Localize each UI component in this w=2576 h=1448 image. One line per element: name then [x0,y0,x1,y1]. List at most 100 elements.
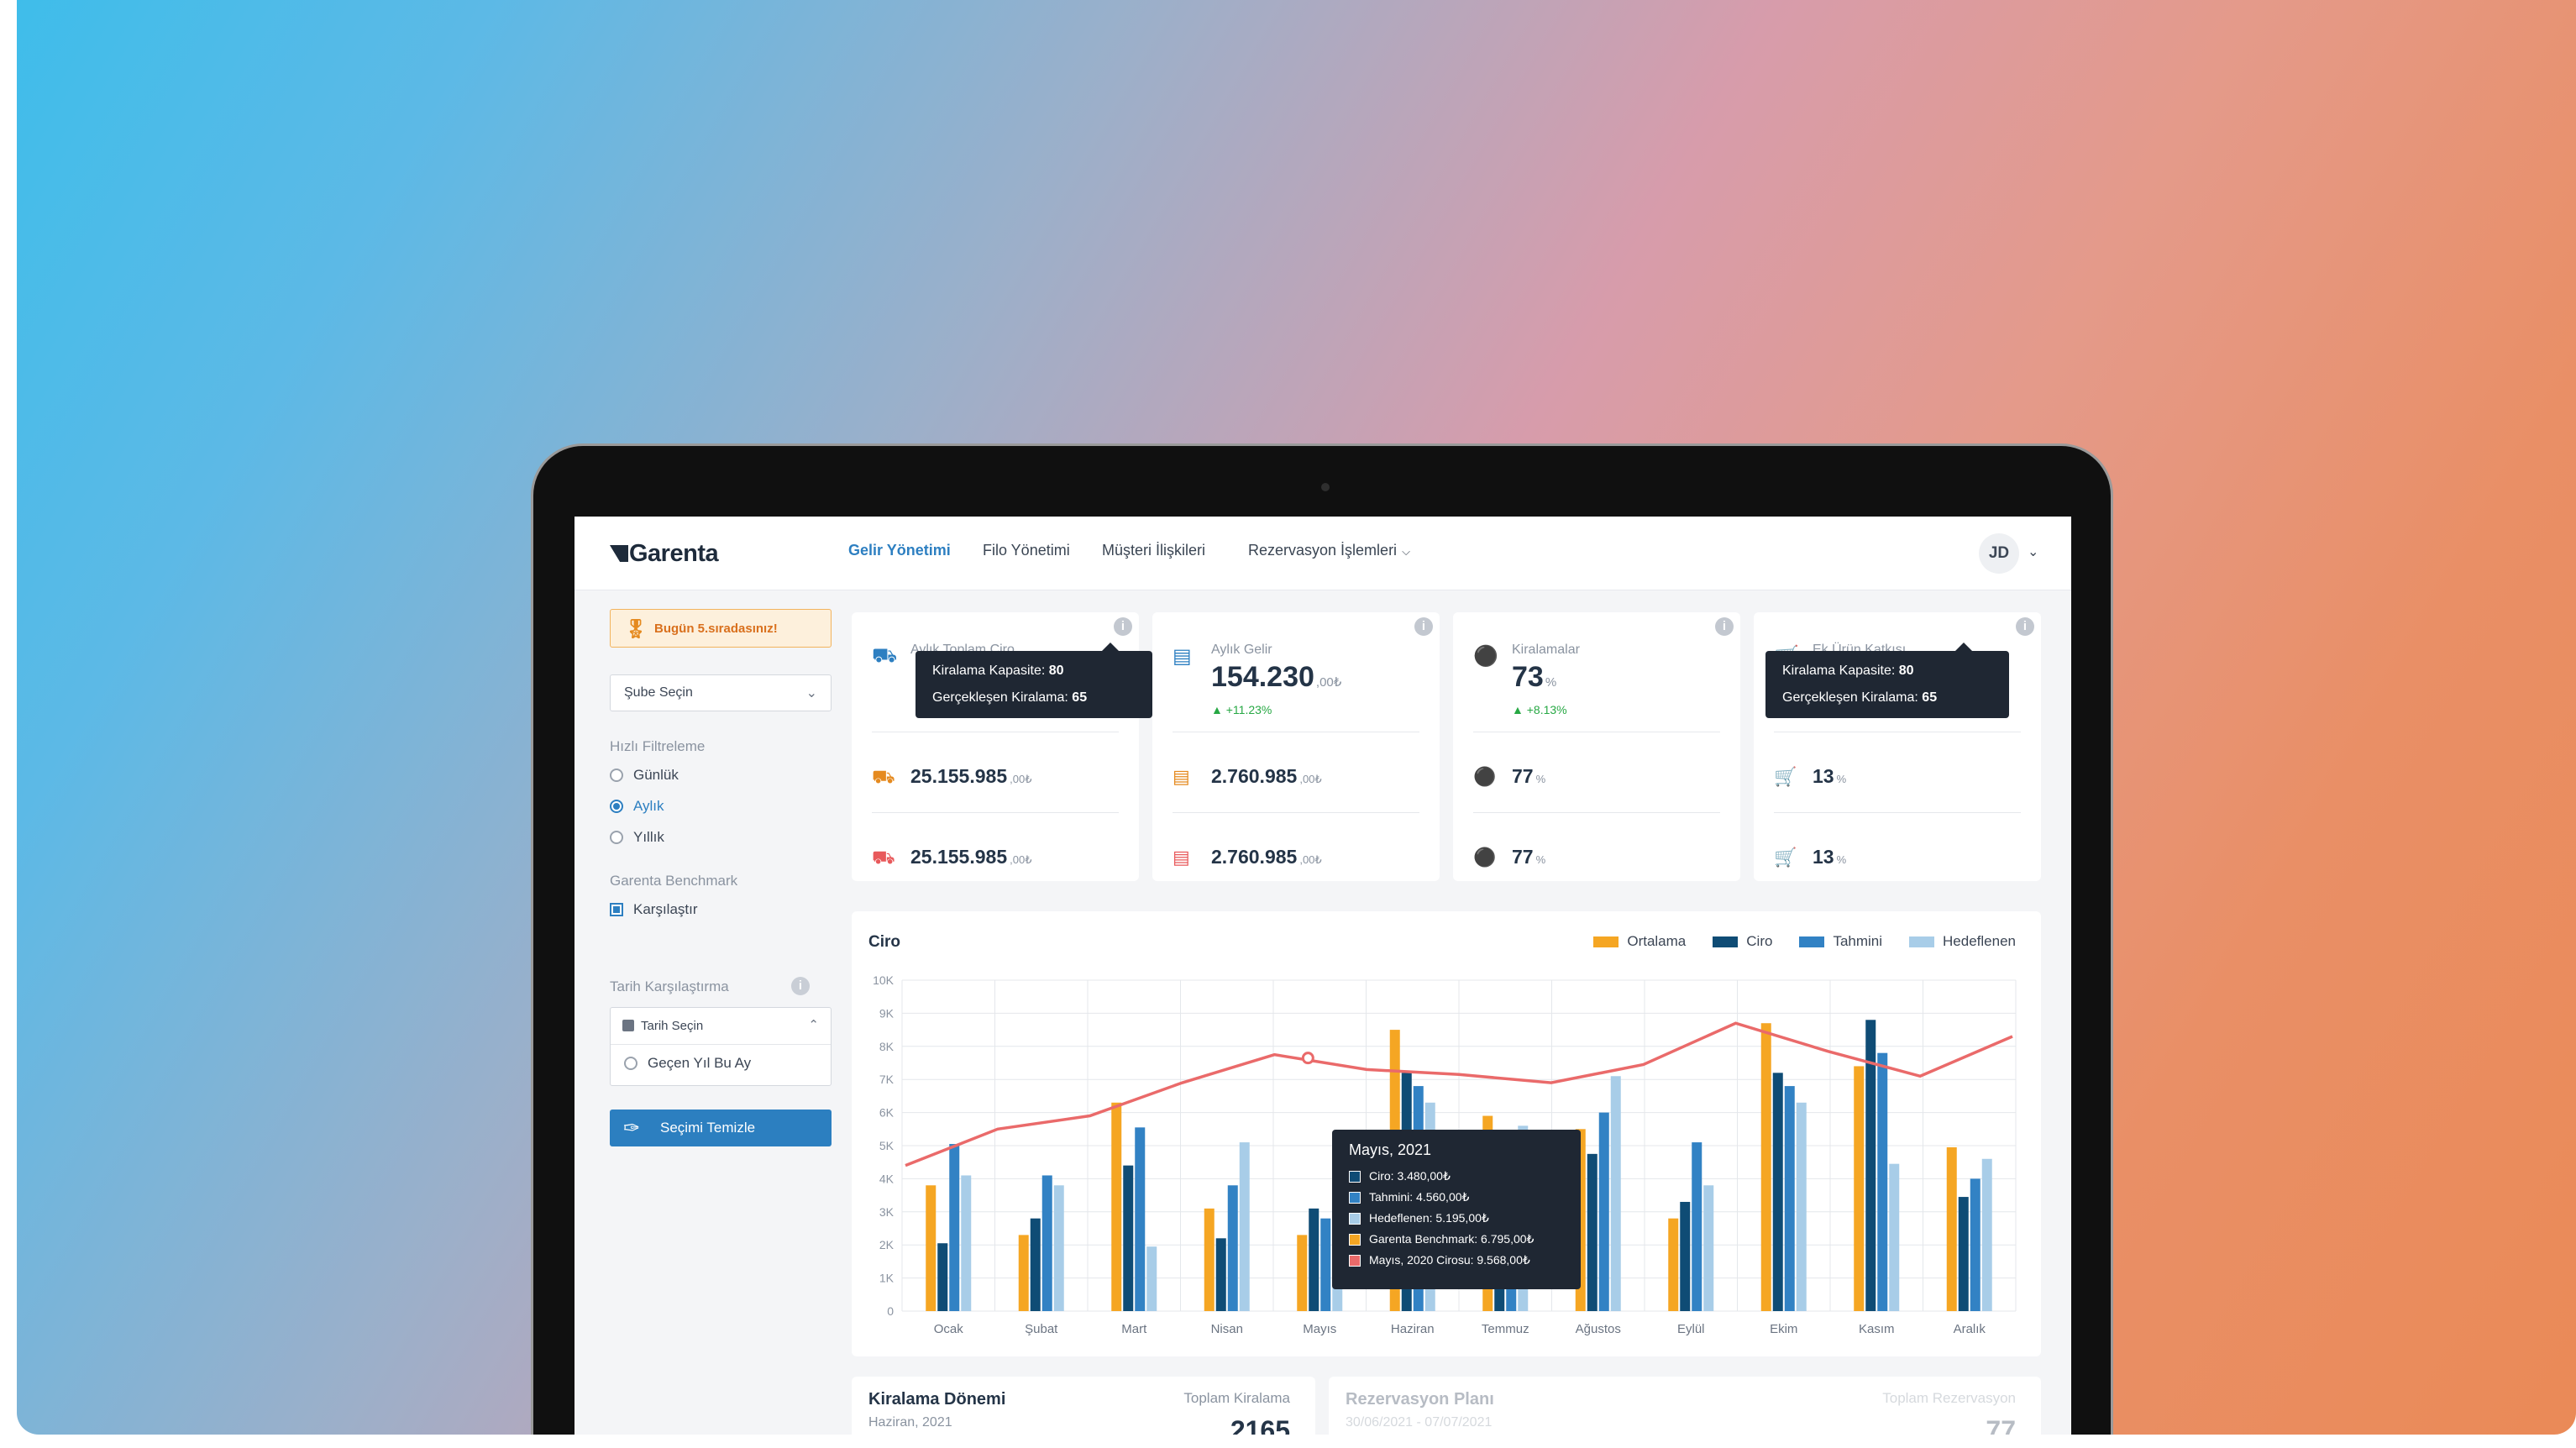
rental-period-subtitle: Haziran, 2021 [868,1415,952,1430]
reservation-total-label: Toplam Rezervasyon [1882,1390,2016,1406]
tooltip-swatch [1349,1212,1361,1225]
chart-tooltip-row: Mayıs, 2020 Cirosu: 9.568,00₺ [1349,1250,1564,1271]
date-compare-dropdown[interactable]: Tarih Seçin ⌃ Geçen Yıl Bu Ay [610,1007,832,1086]
radio-label: Aylık [633,798,664,814]
radio-selected-icon[interactable] [610,800,623,813]
laptop-frame: Garenta Gelir Yönetimi Filo Yönetimi Müş… [531,443,2113,1435]
chart-tooltip-row: Tahmini: 4.560,00₺ [1349,1187,1564,1208]
branch-select-label: Şube Seçin [624,685,693,700]
bar-ortalama [1297,1235,1308,1311]
checkbox-label: Karşılaştır [633,901,698,917]
tooltip-value: 65 [1922,690,1938,705]
legend-label: Ciro [1746,933,1773,949]
camera-dot [1321,483,1330,491]
info-icon[interactable]: i [1715,617,1734,636]
car-icon: ⚫ [1473,645,1498,668]
info-icon[interactable]: i [1414,617,1433,636]
divider [1173,812,1419,813]
filter-radio-aylik[interactable]: Aylık [610,798,664,815]
legend-hedeflenen[interactable]: Hedeflenen [1909,933,2016,950]
date-option-last-year[interactable]: Geçen Yıl Bu Ay [624,1055,751,1072]
card-title: Kiralamalar [1512,643,1580,657]
legend-label: Hedeflenen [1943,933,2016,949]
radio-label: Günlük [633,767,679,783]
chart-tooltip: Mayıs, 2021 Ciro: 3.480,00₺ Tahmini: 4.5… [1332,1130,1581,1289]
bar-ortalama [1018,1235,1029,1311]
card-row-unit: % [1535,773,1546,785]
radio-icon[interactable] [624,1057,637,1070]
bar-hedeflenen [1053,1185,1064,1311]
card-row-1: ▤ 2.760.985,00₺ [1173,765,1322,788]
rental-total-label: Toplam Kiralama [1183,1390,1290,1406]
bar-ciro [1215,1238,1226,1311]
bar-tahmini [1877,1052,1888,1311]
tooltip-row-text: Hedeflenen: 5.195,00₺ [1369,1211,1489,1225]
chart-tooltip-row: Garenta Benchmark: 6.795,00₺ [1349,1229,1564,1250]
wallet-icon: ▤ [1173,766,1190,787]
legend-ortalama[interactable]: Ortalama [1593,933,1686,950]
garenta-logo[interactable]: Garenta [610,538,719,569]
legend-ciro[interactable]: Ciro [1713,933,1772,950]
date-compare-title: Tarih Karşılaştırma [610,978,729,994]
chart-tooltip-row: Hedeflenen: 5.195,00₺ [1349,1208,1564,1229]
info-icon[interactable]: i [791,977,810,995]
app-screen: Garenta Gelir Yönetimi Filo Yönetimi Müş… [574,517,2071,1435]
user-avatar[interactable]: JD [1979,533,2019,574]
checkbox-checked-icon[interactable] [610,903,623,916]
divider [1473,812,1720,813]
branch-select[interactable]: Şube Seçin ⌄ [610,674,832,711]
chevron-up-icon: ⌃ [808,1018,819,1032]
legend-tahmini[interactable]: Tahmini [1799,933,1882,950]
legend-label: Ortalama [1627,933,1687,949]
x-tick-label: Temmuz [1482,1322,1529,1336]
chevron-down-icon[interactable]: ⌄ [2028,543,2038,560]
card-value-number: 154.230 [1211,661,1314,693]
tooltip-label: Gerçekleşen Kiralama: [932,690,1068,705]
bar-ciro [1123,1165,1134,1311]
info-icon[interactable]: i [2016,617,2034,636]
tooltip-value: 80 [1048,664,1064,678]
y-tick-label: 1K [879,1272,895,1285]
logo-mark-icon [610,545,628,562]
benchmark-checkbox[interactable]: Karşılaştır [610,901,698,918]
x-tick-label: Ağustos [1576,1322,1621,1336]
bar-ciro [1030,1218,1041,1311]
nav-rezervasyon-islemleri[interactable]: Rezervasyon İşlemleri ⌵ [1248,542,1410,559]
clear-selection-button[interactable]: ✑ Seçimi Temizle [610,1110,832,1146]
card-row-2: 🛒 13% [1774,846,1846,868]
benchmark-title: Garenta Benchmark [610,873,738,889]
nav-gelir-yonetimi[interactable]: Gelir Yönetimi [848,542,951,559]
cart-icon: 🛒 [1774,766,1797,787]
bar-tahmini [1598,1112,1609,1311]
capacity-tooltip: Kiralama Kapasite: 80 Gerçekleşen Kirala… [916,643,1152,718]
reservation-total-value: 77 [1986,1415,2016,1435]
coins-icon: ⛟ [872,644,898,667]
tooltip-label: Gerçekleşen Kiralama: [1782,690,1918,705]
bar-ciro [1680,1201,1691,1311]
chart-tooltip-title: Mayıs, 2021 [1349,1141,1432,1158]
x-tick-label: Nisan [1211,1322,1243,1336]
info-icon[interactable]: i [1114,617,1132,636]
card-row-2: ⚫ 77% [1473,846,1545,868]
filter-radio-yillik[interactable]: Yıllık [610,829,664,846]
nav-filo-yonetimi[interactable]: Filo Yönetimi [983,542,1070,559]
bar-ortalama [1204,1208,1215,1311]
filter-radio-gunluk[interactable]: Günlük [610,767,679,784]
radio-icon[interactable] [610,831,623,844]
date-select[interactable]: Tarih Seçin ⌃ [611,1008,831,1045]
legend-swatch [1713,936,1739,947]
x-tick-label: Eylül [1677,1322,1705,1336]
nav-musteri-iliskileri[interactable]: Müşteri İlişkileri [1102,542,1205,559]
tooltip-row-text: Tahmini: 4.560,00₺ [1369,1190,1470,1204]
x-tick-label: Aralık [1954,1322,1986,1336]
cart-icon: 🛒 [1774,847,1797,868]
card-delta: ▲ +11.23% [1211,703,1272,716]
bar-tahmini [1970,1178,1981,1311]
bar-hedeflenen [1981,1158,1992,1311]
radio-icon[interactable] [610,769,623,782]
x-tick-label: Ekim [1770,1322,1797,1336]
card-delta-text: +11.23% [1225,703,1272,716]
tooltip-capacity-row: Kiralama Kapasite: 80 [932,658,1136,685]
card-row-value: 77 [1512,765,1534,787]
bar-ciro [1958,1197,1969,1311]
